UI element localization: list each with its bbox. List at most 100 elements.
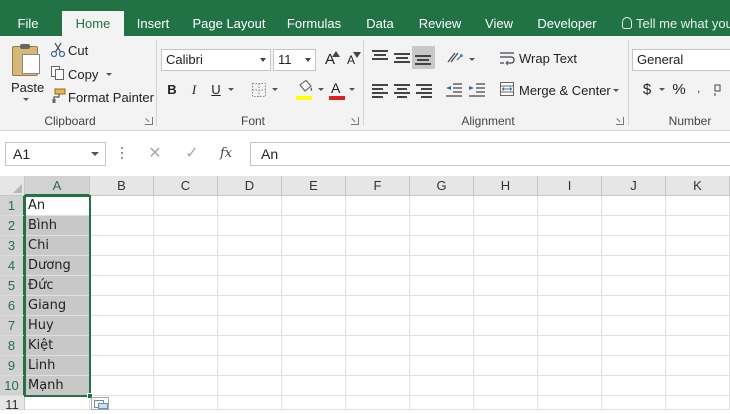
cell[interactable]	[666, 376, 730, 396]
font-color-dropdown-icon[interactable]	[349, 88, 355, 91]
cell[interactable]	[346, 296, 410, 316]
cell[interactable]	[474, 396, 538, 410]
column-header[interactable]: F	[346, 176, 410, 196]
cell[interactable]	[346, 376, 410, 396]
cell[interactable]	[666, 296, 730, 316]
percent-button[interactable]: %	[668, 79, 690, 101]
grow-font-button[interactable]: A	[319, 49, 341, 71]
cell[interactable]	[90, 296, 154, 316]
cell[interactable]	[602, 216, 666, 236]
cell[interactable]	[666, 216, 730, 236]
cell[interactable]	[538, 196, 602, 216]
cell[interactable]	[218, 296, 282, 316]
insert-function-button[interactable]: fx	[220, 142, 232, 166]
currency-dropdown-icon[interactable]	[659, 88, 665, 91]
cell[interactable]	[154, 356, 218, 376]
cell[interactable]	[90, 216, 154, 236]
drag-handle-icon[interactable]	[121, 147, 124, 161]
alignment-launcher-icon[interactable]	[616, 117, 624, 125]
row-header[interactable]: 4	[0, 256, 25, 276]
cell[interactable]	[282, 216, 346, 236]
quick-analysis-icon[interactable]	[91, 397, 109, 410]
cell[interactable]	[538, 316, 602, 336]
cell[interactable]	[538, 296, 602, 316]
cell[interactable]	[538, 216, 602, 236]
column-header[interactable]: D	[218, 176, 282, 196]
column-header[interactable]: C	[154, 176, 218, 196]
column-header[interactable]: J	[602, 176, 666, 196]
tell-me-box[interactable]: Tell me what you	[622, 11, 730, 36]
align-right-icon[interactable]	[416, 83, 432, 98]
row-header[interactable]: 5	[0, 276, 25, 296]
cell-a7[interactable]: Huy	[25, 316, 90, 336]
cell[interactable]	[25, 396, 90, 410]
font-size-box[interactable]: 11	[273, 49, 316, 71]
cell[interactable]	[474, 336, 538, 356]
formula-input[interactable]: An	[250, 142, 730, 166]
cell[interactable]	[474, 356, 538, 376]
column-header[interactable]: B	[90, 176, 154, 196]
cell[interactable]	[474, 296, 538, 316]
cell[interactable]	[346, 336, 410, 356]
cell[interactable]	[154, 196, 218, 216]
cell[interactable]	[90, 356, 154, 376]
row-header[interactable]: 11	[0, 396, 25, 412]
cell[interactable]	[282, 296, 346, 316]
tab-review[interactable]: Review	[414, 11, 466, 36]
row-header[interactable]: 9	[0, 356, 25, 376]
shrink-font-button[interactable]: A	[340, 49, 362, 71]
orientation-dropdown-icon[interactable]	[469, 58, 475, 61]
cell[interactable]	[666, 236, 730, 256]
borders-dropdown-icon[interactable]	[272, 88, 278, 91]
cell[interactable]	[218, 256, 282, 276]
column-header[interactable]: K	[666, 176, 730, 196]
cell[interactable]	[346, 256, 410, 276]
cell[interactable]	[218, 396, 282, 410]
worksheet-grid[interactable]: A B C D E F G H I J K 1 2 3 4 5 6 7 8 9 …	[0, 176, 730, 412]
cell[interactable]	[666, 256, 730, 276]
cell[interactable]	[474, 196, 538, 216]
paste-button[interactable]: Paste	[6, 40, 46, 106]
row-header[interactable]: 6	[0, 296, 25, 316]
cell[interactable]	[218, 216, 282, 236]
cell[interactable]	[282, 196, 346, 216]
cell[interactable]	[410, 396, 474, 410]
row-header[interactable]: 10	[0, 376, 25, 396]
cell[interactable]	[90, 196, 154, 216]
cell[interactable]	[154, 336, 218, 356]
cell[interactable]	[538, 356, 602, 376]
cell[interactable]	[602, 196, 666, 216]
cell[interactable]	[602, 236, 666, 256]
cell[interactable]	[602, 396, 666, 410]
cell[interactable]	[218, 196, 282, 216]
cell[interactable]	[410, 216, 474, 236]
copy-button[interactable]: Copy	[48, 64, 118, 84]
cell[interactable]	[154, 396, 218, 410]
cell-a9[interactable]: Linh	[25, 356, 90, 376]
cut-button[interactable]: Cut	[48, 41, 98, 61]
format-painter-button[interactable]: Format Painter	[48, 87, 154, 107]
cell[interactable]	[346, 356, 410, 376]
cell[interactable]	[218, 236, 282, 256]
cell-a2[interactable]: Bình	[25, 216, 90, 236]
cell[interactable]	[410, 276, 474, 296]
column-header[interactable]: H	[474, 176, 538, 196]
cell[interactable]	[346, 216, 410, 236]
cell[interactable]	[282, 356, 346, 376]
cell[interactable]	[410, 336, 474, 356]
cell[interactable]	[602, 316, 666, 336]
increase-decimal-icon[interactable]	[714, 83, 730, 97]
cell[interactable]	[538, 236, 602, 256]
clipboard-launcher-icon[interactable]	[145, 117, 153, 125]
cell[interactable]	[154, 316, 218, 336]
cell[interactable]	[666, 356, 730, 376]
cell[interactable]	[154, 216, 218, 236]
confirm-entry-button[interactable]: ✓	[180, 142, 204, 166]
cell[interactable]	[90, 316, 154, 336]
cell[interactable]	[218, 316, 282, 336]
cancel-entry-button[interactable]: ✕	[143, 142, 167, 166]
align-middle-icon[interactable]	[394, 51, 410, 65]
cell[interactable]	[282, 276, 346, 296]
cell[interactable]	[218, 376, 282, 396]
cell-a10[interactable]: Mạnh	[25, 376, 90, 396]
